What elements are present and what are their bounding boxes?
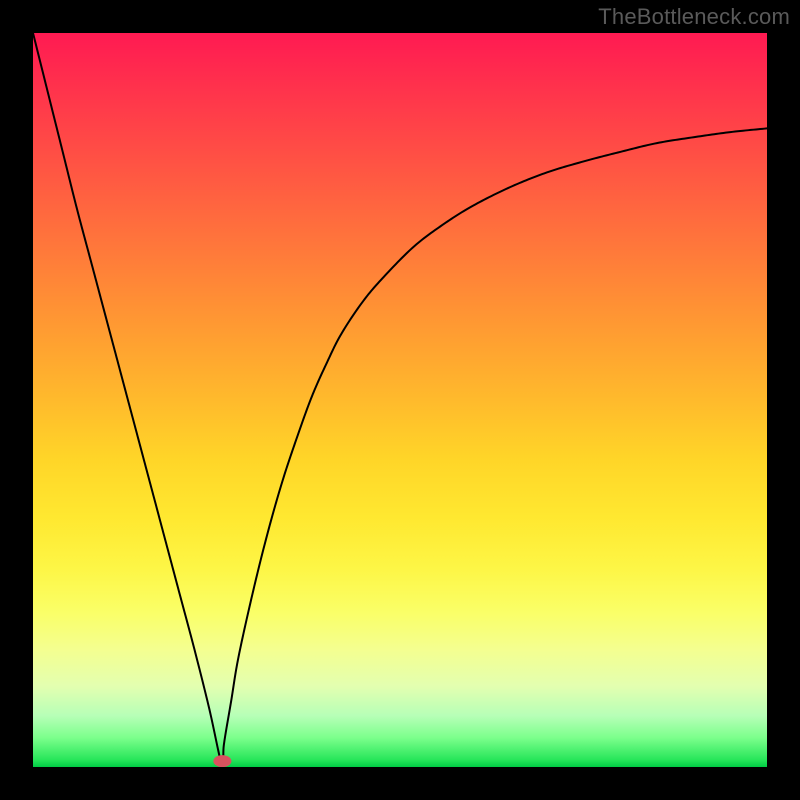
marker-dot	[213, 755, 231, 767]
chart-svg	[33, 33, 767, 767]
plot-area	[33, 33, 767, 767]
chart-frame: TheBottleneck.com	[0, 0, 800, 800]
curve-path	[33, 33, 767, 767]
watermark-text: TheBottleneck.com	[598, 4, 790, 30]
